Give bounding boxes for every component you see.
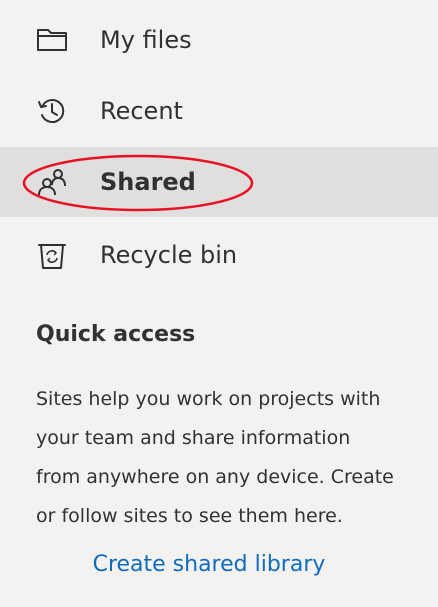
create-shared-library-label: Create shared library [92, 552, 326, 577]
description-line: your team and share information [36, 427, 351, 449]
create-shared-library-link[interactable]: Create shared library [0, 552, 438, 577]
quick-access-heading: Quick access [36, 322, 196, 347]
people-shared-icon [34, 164, 70, 200]
description-line: Sites help you work on projects with [36, 388, 381, 410]
description-line: from anywhere on any device. Create [36, 466, 394, 488]
folder-icon [34, 22, 70, 58]
nav-item-label: Recycle bin [100, 241, 238, 269]
nav-item-recycle-bin[interactable]: Recycle bin [0, 220, 438, 290]
recycle-bin-icon [34, 237, 70, 273]
history-clock-icon [34, 93, 70, 129]
description-line: or follow sites to see them here. [36, 505, 343, 527]
nav-item-my-files[interactable]: My files [0, 5, 438, 75]
nav-item-label: Recent [100, 97, 183, 125]
nav-item-shared[interactable]: Shared [0, 147, 438, 217]
nav-item-label: My files [100, 26, 192, 54]
quick-access-description: Sites help you work on projects with you… [36, 380, 436, 536]
nav-item-recent[interactable]: Recent [0, 76, 438, 146]
nav-item-label: Shared [100, 168, 196, 196]
